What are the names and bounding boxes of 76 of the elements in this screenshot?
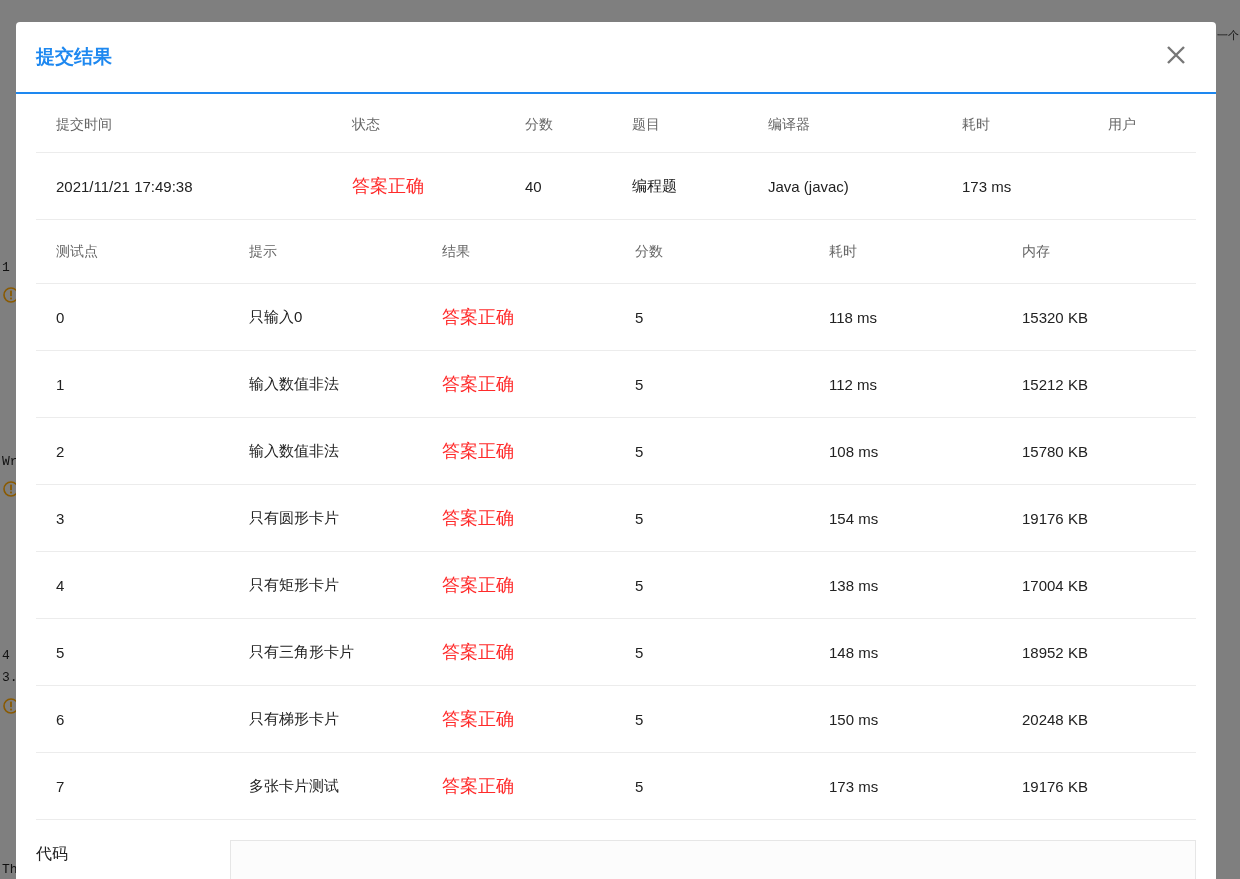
table-cell-text: 5 (635, 375, 645, 393)
page-text: 一个 (1217, 28, 1239, 43)
table-cell-text: 5 (635, 710, 645, 728)
table-cell-text: 4 (55, 576, 66, 594)
result-status: 答案正确 (442, 373, 515, 396)
table-cell-text: 5 (635, 643, 645, 661)
code-text: 4 (2, 648, 10, 663)
table-cell-text: 150 ms (829, 710, 880, 728)
result-status: 答案正确 (442, 507, 515, 530)
table-cell-text: 输入数值非法 (249, 374, 340, 394)
column-header: 状态 (352, 115, 381, 134)
table-cell-text: 5 (635, 777, 645, 795)
dialog-title: 提交结果 (36, 45, 112, 69)
table-cell-text: 138 ms (829, 576, 880, 594)
column-header: 分数 (525, 115, 554, 134)
code-text: 1 (2, 260, 10, 275)
code-text: 3. (2, 670, 18, 685)
column-header: 提示 (249, 242, 278, 261)
table-cell-text: 17004 KB (1022, 576, 1089, 594)
table-cell-text: 5 (635, 509, 645, 527)
table-cell-text: 5 (635, 442, 645, 460)
result-status: 答案正确 (352, 175, 425, 198)
table-cell-text: 多张卡片测试 (249, 776, 340, 796)
result-status: 答案正确 (442, 574, 515, 597)
result-status: 答案正确 (442, 708, 515, 731)
table-cell-text: 148 ms (829, 643, 880, 661)
table-cell-text: 2021/11/21 17:49:38 (55, 177, 194, 195)
table-cell-text: 只有梯形卡片 (249, 709, 340, 729)
table-cell-text: 6 (55, 710, 66, 728)
result-status: 答案正确 (442, 641, 515, 664)
result-status: 答案正确 (442, 306, 515, 329)
column-header: 耗时 (829, 242, 858, 261)
table-cell-text: 只有圆形卡片 (249, 508, 340, 528)
column-header: 结果 (442, 242, 471, 261)
table-cell-text: 15780 KB (1022, 442, 1089, 460)
field-label: 代码 (36, 844, 69, 864)
table-cell-text: 5 (635, 308, 645, 326)
column-header: 内存 (1022, 242, 1051, 261)
table-cell-text: 20248 KB (1022, 710, 1089, 728)
table-cell-text: 3 (55, 509, 66, 527)
close-icon (1166, 45, 1186, 65)
table-cell-text: 5 (55, 643, 66, 661)
column-header: 用户 (1108, 115, 1137, 134)
column-header: 提交时间 (55, 115, 113, 134)
table-cell-text: 118 ms (829, 308, 879, 326)
table-cell-text: 只有三角形卡片 (249, 642, 355, 662)
table-cell-text: 编程题 (632, 176, 678, 196)
table-cell-text: 15212 KB (1022, 375, 1089, 393)
table-cell-text: 173 ms (962, 177, 1013, 195)
code-text: Wr (2, 454, 18, 469)
result-status: 答案正确 (442, 775, 515, 798)
table-cell-text: 5 (635, 576, 645, 594)
table-cell-text: 0 (55, 308, 66, 326)
column-header: 分数 (635, 242, 664, 261)
column-header: 题目 (632, 115, 661, 134)
table-cell-text: 154 ms (829, 509, 880, 527)
table-cell-text: 112 ms (829, 375, 879, 393)
code-text: Th (2, 862, 18, 877)
table-cell-text: 输入数值非法 (249, 441, 340, 461)
table-cell-text: 108 ms (829, 442, 880, 460)
table-cell-text: 7 (55, 777, 66, 795)
result-status: 答案正确 (442, 440, 515, 463)
table-cell-text: 18952 KB (1022, 643, 1089, 661)
column-header: 测试点 (55, 242, 99, 261)
table-cell-text: 19176 KB (1022, 777, 1089, 795)
column-header: 编译器 (768, 115, 811, 134)
table-cell-text: 19176 KB (1022, 509, 1089, 527)
table-cell-text: Java (javac) (768, 177, 850, 195)
table-cell-text: 2 (55, 442, 66, 460)
table-cell-text: 只输入0 (249, 307, 304, 327)
table-cell-text: 只有矩形卡片 (249, 575, 340, 595)
table-cell-text: 15320 KB (1022, 308, 1089, 326)
table-cell-text: 40 (525, 177, 543, 195)
table-cell-text: 1 (55, 375, 66, 393)
table-cell-text: 173 ms (829, 777, 880, 795)
column-header: 耗时 (962, 115, 991, 134)
